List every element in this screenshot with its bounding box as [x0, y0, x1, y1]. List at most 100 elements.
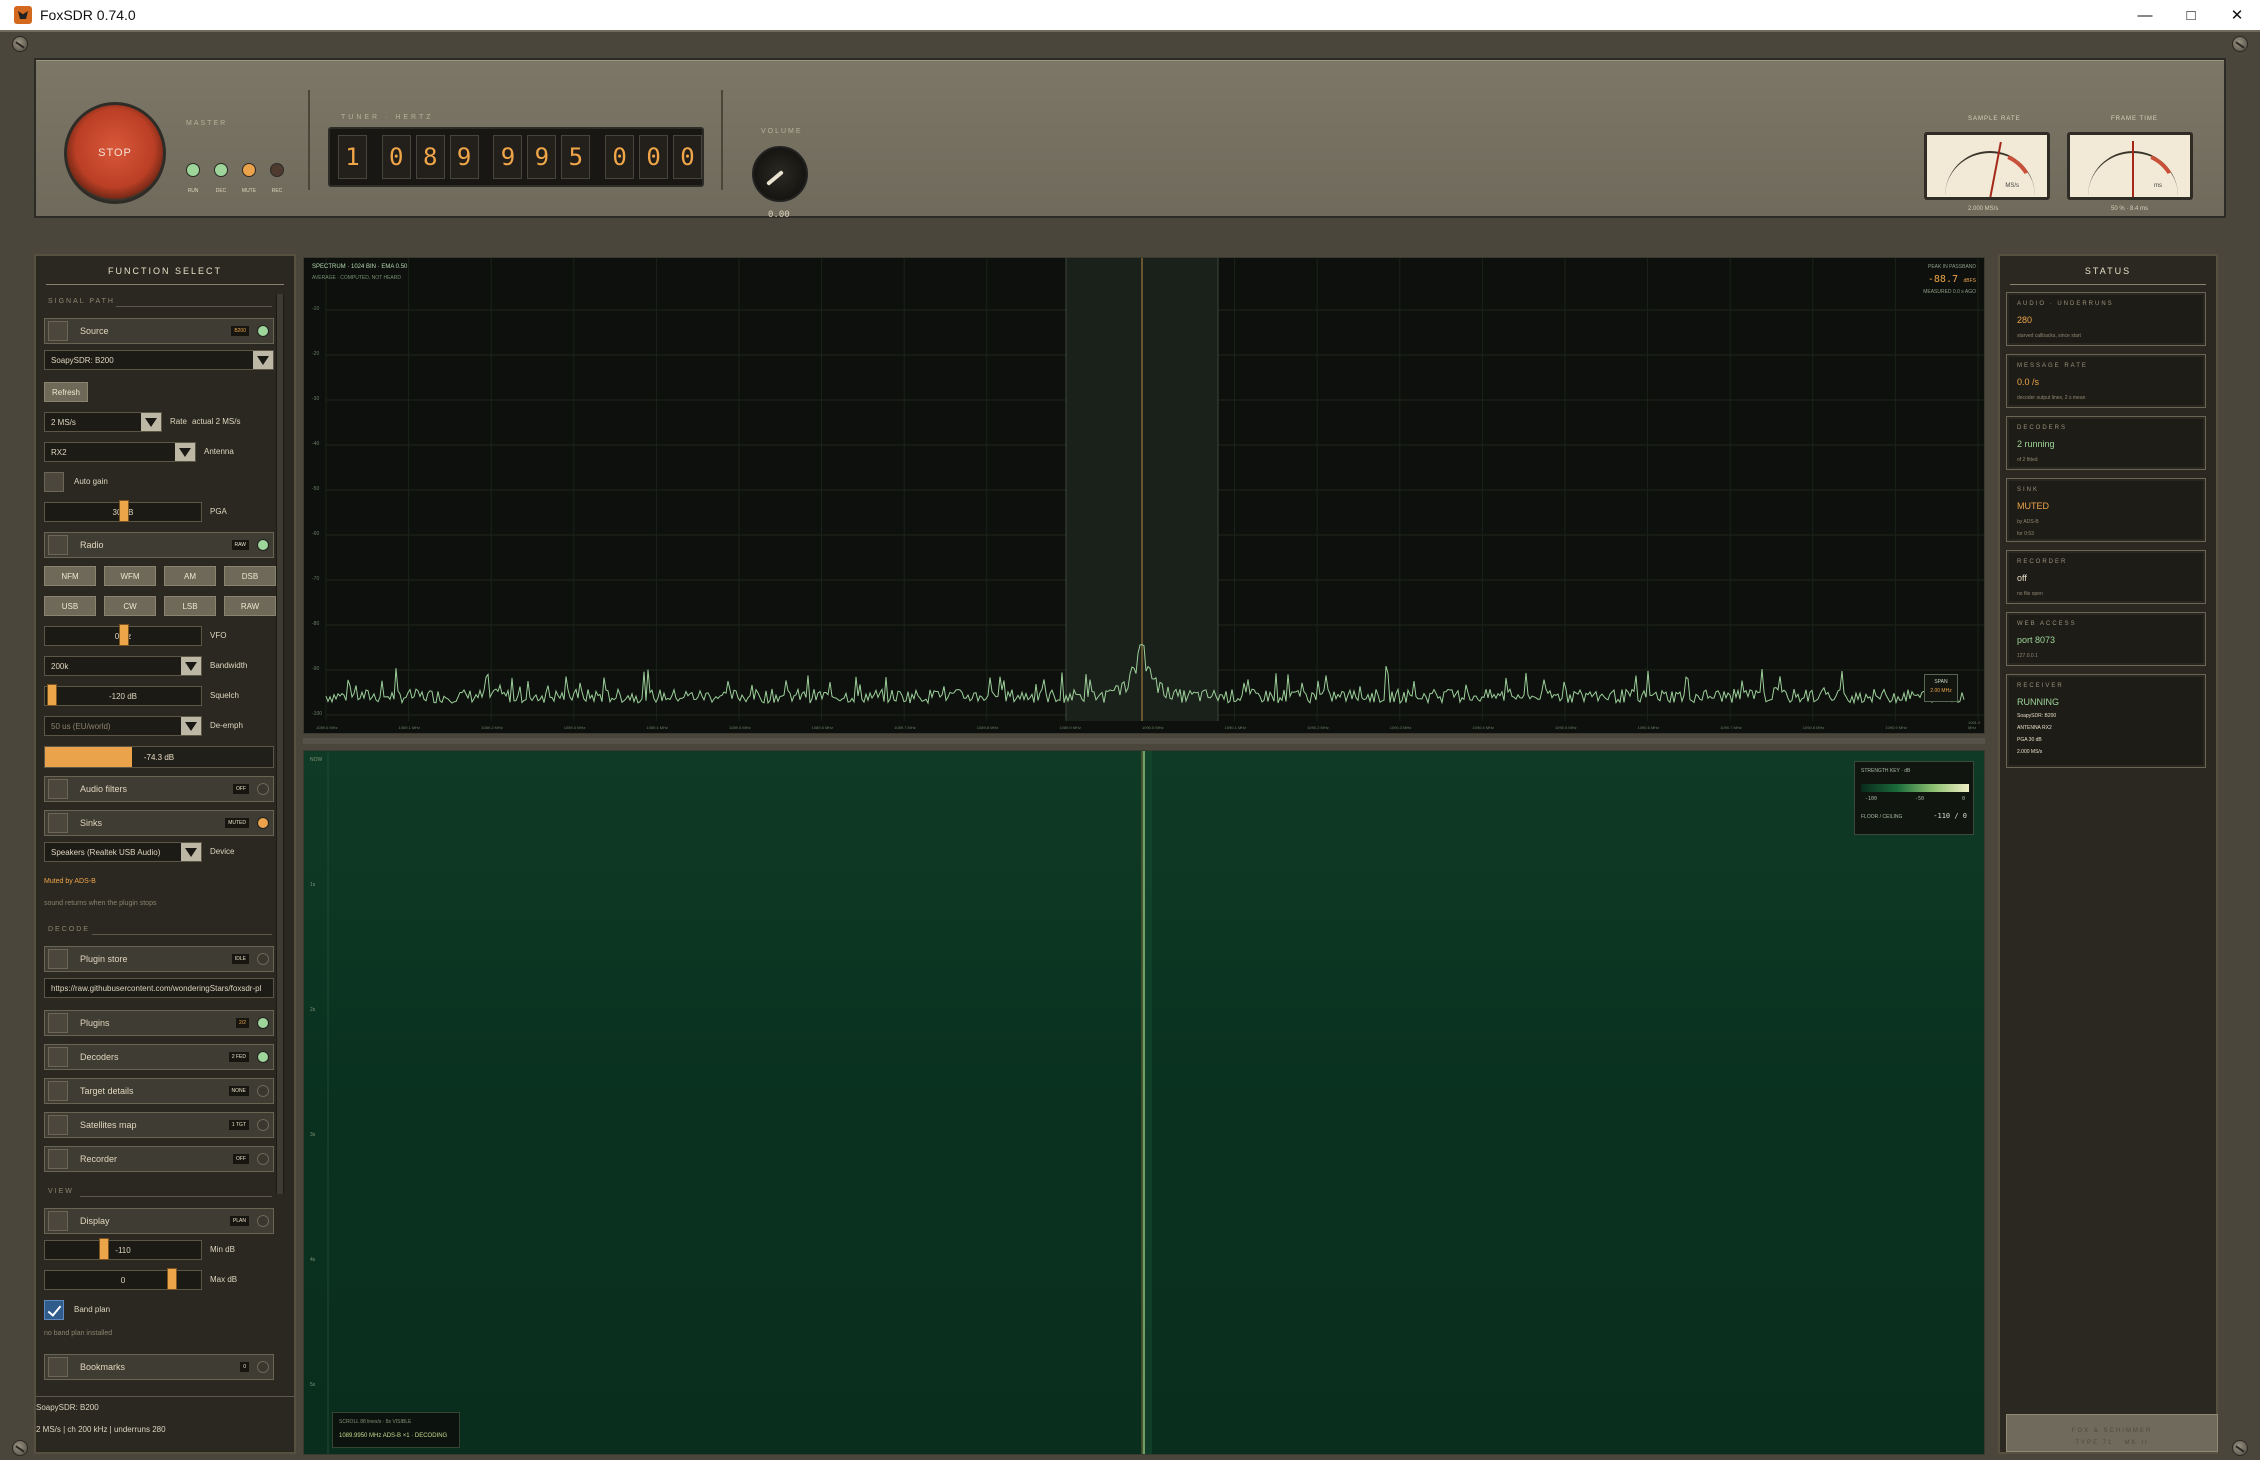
source-checkbox[interactable]: [48, 321, 68, 341]
mode-button-cw[interactable]: CW: [104, 596, 156, 616]
status-badge: NONE: [228, 1086, 249, 1096]
measured-text: MEASURED 0.0 s AGO: [1923, 289, 1976, 295]
pga-slider[interactable]: 30 dB: [44, 500, 202, 522]
tuner-digit[interactable]: 0: [639, 135, 669, 179]
auto-gain-checkbox[interactable]: [44, 472, 64, 492]
x-tick-label: 1089.5 MHz: [729, 725, 751, 730]
tuner-digit[interactable]: 9: [527, 135, 557, 179]
max-db-slider[interactable]: 0: [44, 1268, 202, 1290]
stop-button[interactable]: STOP: [64, 102, 166, 204]
legend-tick: -100: [1865, 796, 1878, 802]
bookmarks-checkbox[interactable]: [48, 1357, 68, 1377]
decoders-checkbox[interactable]: [48, 1047, 68, 1067]
module-decoders[interactable]: Decoders 2 FED: [44, 1044, 274, 1070]
mode-button-am[interactable]: AM: [164, 566, 216, 586]
module-label: Decoders: [80, 1052, 119, 1062]
frequency-tuner[interactable]: 1089995000: [328, 127, 704, 187]
mode-button-lsb[interactable]: LSB: [164, 596, 216, 616]
y-tick-label: -80: [312, 621, 320, 627]
module-radio[interactable]: Radio RAW: [44, 532, 274, 558]
panel-scrollbar[interactable]: [276, 294, 284, 1194]
mode-button-nfm[interactable]: NFM: [44, 566, 96, 586]
deemph-select[interactable]: 50 us (EU/world): [44, 716, 202, 736]
sink-device-select[interactable]: Speakers (Realtek USB Audio): [44, 842, 202, 862]
plugin-store-checkbox[interactable]: [48, 949, 68, 969]
tuner-digit[interactable]: 5: [561, 135, 591, 179]
band-plan-checkbox[interactable]: [44, 1300, 64, 1320]
divider: [46, 284, 284, 285]
close-icon[interactable]: ✕: [2214, 0, 2260, 30]
card-label: RECEIVER: [2017, 683, 2064, 689]
tuner-digit[interactable]: 0: [605, 135, 635, 179]
device-select[interactable]: SoapySDR: B200: [44, 350, 274, 370]
x-tick-label: 1091.0 MHz: [1968, 720, 1981, 730]
x-tick-label: 1089.0 MHz: [316, 725, 338, 730]
analog-meter: MS/s: [1924, 132, 2050, 200]
module-audio-filters[interactable]: Audio filters OFF: [44, 776, 274, 802]
recorder-checkbox[interactable]: [48, 1149, 68, 1169]
tuner-digit[interactable]: 0: [381, 135, 411, 179]
vfo-slider[interactable]: 0 Hz: [44, 624, 202, 646]
module-display[interactable]: Display PLAN: [44, 1208, 274, 1234]
status-badge: 1 TGT: [228, 1120, 249, 1130]
analog-meter: ms: [2067, 132, 2193, 200]
module-satellites-map[interactable]: Satellites map 1 TGT: [44, 1112, 274, 1138]
target-details-checkbox[interactable]: [48, 1081, 68, 1101]
status-card-receiver: RECEIVER RUNNING SoapySDR: B200 ANTENNA RX2…: [2006, 674, 2206, 768]
display-checkbox[interactable]: [48, 1211, 68, 1231]
card-note: for 0:53: [2017, 531, 2034, 537]
radio-checkbox[interactable]: [48, 535, 68, 555]
plugin-store-url-input[interactable]: https://raw.githubusercontent.com/wonder…: [44, 978, 274, 998]
module-bookmarks[interactable]: Bookmarks 0: [44, 1354, 274, 1380]
tuner-digit[interactable]: 0: [673, 135, 702, 179]
level-fill: [45, 747, 132, 767]
waterfall-view[interactable]: NOW 1s 2s 3s 4s 5s STRENGTH KEY · dB -100 -50 0…: [303, 750, 1985, 1455]
slider-thumb[interactable]: [47, 684, 57, 706]
card-label: WEB ACCESS: [2017, 621, 2077, 627]
tuner-digit[interactable]: 1: [338, 135, 367, 179]
spectrum-waterfall-splitter[interactable]: [303, 738, 1985, 744]
maximize-icon[interactable]: □: [2168, 0, 2214, 30]
spectrum-view[interactable]: SPECTRUM · 1024 BIN · EMA 0.50 AVERAGE ·…: [303, 257, 1985, 734]
mode-button-dsb[interactable]: DSB: [224, 566, 276, 586]
satellites-map-checkbox[interactable]: [48, 1115, 68, 1135]
slider-thumb[interactable]: [167, 1268, 177, 1290]
minimize-icon[interactable]: —: [2122, 0, 2168, 30]
bandwidth-select[interactable]: 200k: [44, 656, 202, 676]
slider-thumb[interactable]: [119, 624, 129, 646]
module-plugin-store[interactable]: Plugin store IDLE: [44, 946, 274, 972]
card-note: of 2 fitted: [2017, 457, 2038, 463]
band-plan-note: no band plan installed: [44, 1330, 113, 1337]
mode-button-usb[interactable]: USB: [44, 596, 96, 616]
tuner-digit[interactable]: 9: [493, 135, 523, 179]
y-tick-label: -30: [312, 396, 320, 402]
status-led: [242, 163, 256, 177]
module-plugins[interactable]: Plugins 2/2: [44, 1010, 274, 1036]
x-tick-label: 1090.2 MHz: [1307, 725, 1329, 730]
module-recorder[interactable]: Recorder OFF: [44, 1146, 274, 1172]
plugins-checkbox[interactable]: [48, 1013, 68, 1033]
module-source[interactable]: Source B200: [44, 318, 274, 344]
squelch-slider[interactable]: -120 dB: [44, 684, 202, 706]
rate-select[interactable]: 2 MS/s: [44, 412, 162, 432]
x-tick-label: 1090.9 MHz: [1885, 725, 1907, 730]
led-label: RUN: [187, 188, 199, 194]
audio-filters-checkbox[interactable]: [48, 779, 68, 799]
slider-thumb[interactable]: [99, 1238, 109, 1260]
antenna-select[interactable]: RX2: [44, 442, 196, 462]
refresh-button[interactable]: Refresh: [44, 382, 88, 402]
slider-thumb[interactable]: [119, 500, 129, 522]
tuner-digit[interactable]: 8: [415, 135, 445, 179]
mode-button-raw[interactable]: RAW: [224, 596, 276, 616]
volume-knob[interactable]: [752, 146, 808, 202]
module-target-details[interactable]: Target details NONE: [44, 1078, 274, 1104]
mode-button-wfm[interactable]: WFM: [104, 566, 156, 586]
tuner-digit[interactable]: 9: [449, 135, 479, 179]
status-badge: MUTED: [225, 818, 249, 828]
status-card-web-access: WEB ACCESS port 8073 127.0.0.1: [2006, 612, 2206, 666]
min-db-slider[interactable]: -110: [44, 1238, 202, 1260]
sinks-checkbox[interactable]: [48, 813, 68, 833]
spectrum-plot: [325, 258, 1984, 721]
status-badge: 2 FED: [228, 1052, 249, 1062]
module-sinks[interactable]: Sinks MUTED: [44, 810, 274, 836]
